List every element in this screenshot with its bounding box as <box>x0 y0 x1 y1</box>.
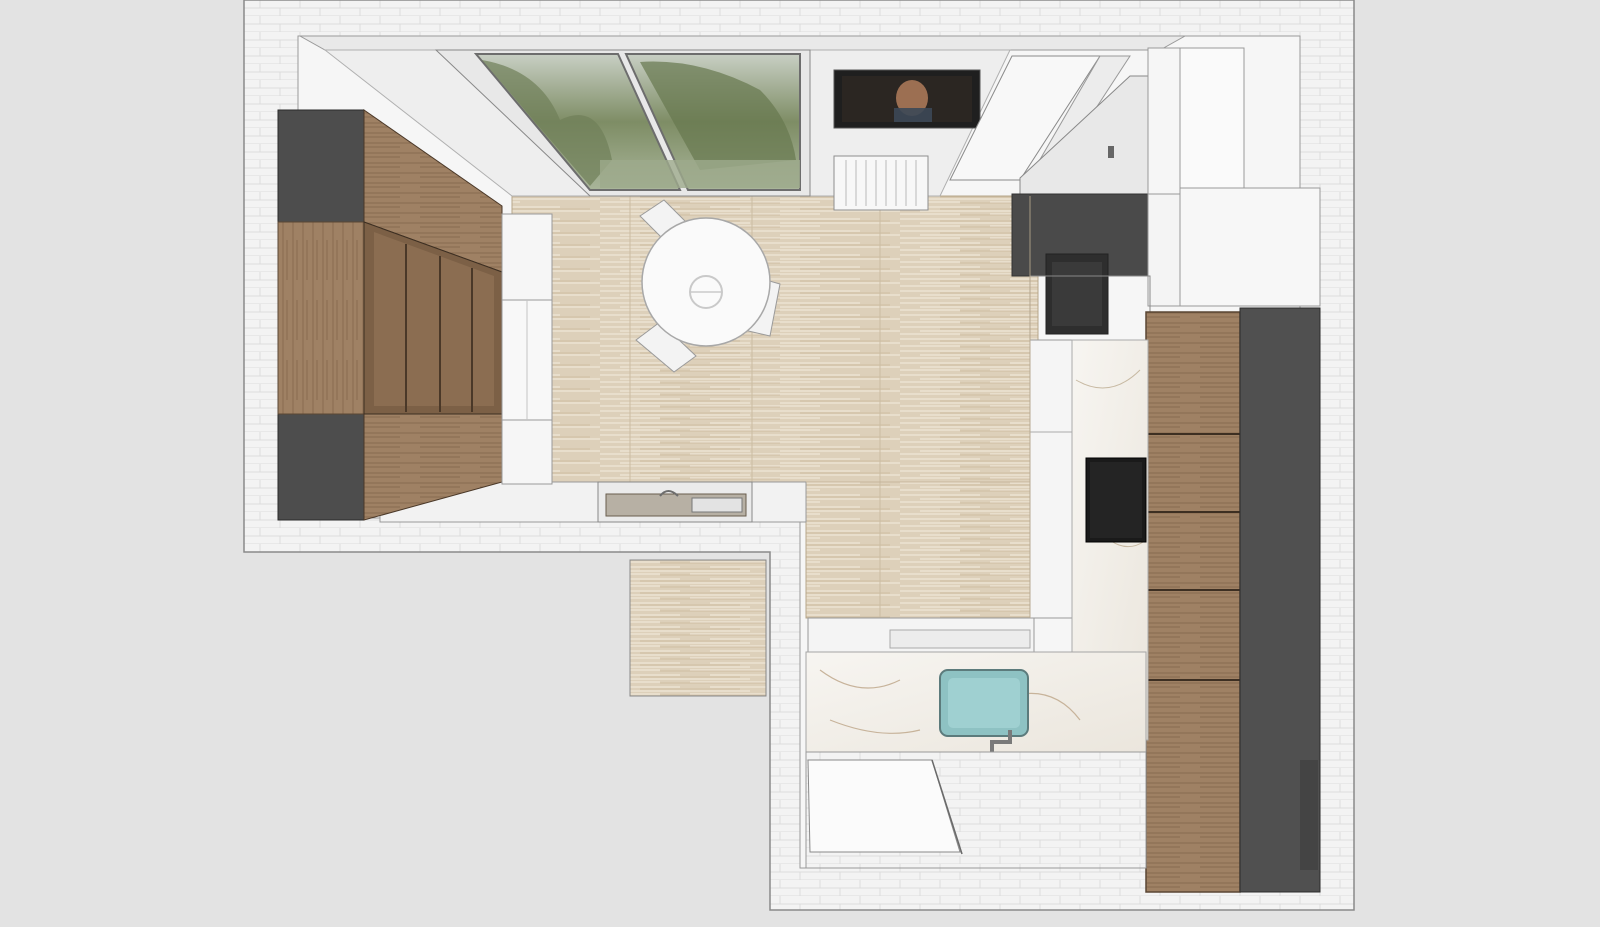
dining-table-icon <box>641 217 771 347</box>
bottom-alcove <box>805 751 1147 869</box>
right-tall-units <box>1145 307 1321 893</box>
sink-icon <box>939 669 1029 737</box>
cooktop-icon <box>1085 457 1147 543</box>
kitchen-floor-plan <box>243 0 1355 911</box>
tv-icon <box>833 69 981 129</box>
radiator-icon <box>833 155 929 211</box>
wood-panel <box>629 559 767 697</box>
